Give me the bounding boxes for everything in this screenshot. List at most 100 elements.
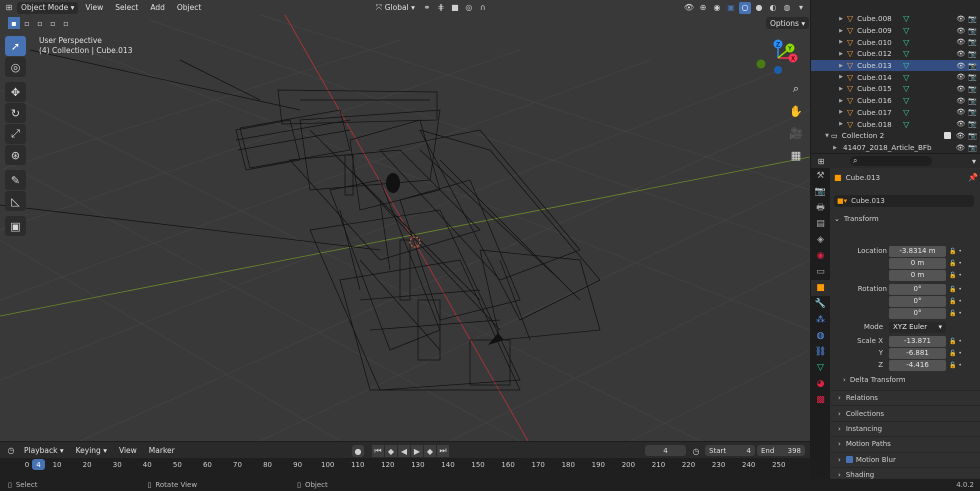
outliner-item[interactable]: ▶ ▽ Cube.014 ▽ 👁 📷 <box>811 71 980 83</box>
checkbox-icon[interactable] <box>845 456 853 464</box>
select-invert-icon[interactable]: ▫ <box>47 17 59 29</box>
eye-icon[interactable]: 👁 <box>956 38 965 46</box>
expand-icon[interactable]: ▶ <box>837 16 845 22</box>
lock-icon[interactable]: 🔓 • <box>949 348 977 360</box>
scale-z-field[interactable]: -4.416 <box>889 360 946 371</box>
camera-render-icon[interactable]: 📷 <box>968 50 977 58</box>
panel-motion-paths[interactable]: › Motion Paths <box>831 436 980 452</box>
camera-icon[interactable]: 🎥 <box>787 124 805 142</box>
annotate-tool[interactable]: ✎ <box>5 170 26 190</box>
tool-tab-icon[interactable]: ⚒ <box>811 168 830 184</box>
outliner-item[interactable]: ▶ ▽ Cube.013 ▽ 👁 📷 <box>811 59 980 72</box>
lock-icon[interactable]: 🔓 • <box>949 296 977 308</box>
view-layer-tab-icon[interactable]: ▤ <box>811 216 830 232</box>
expand-icon[interactable]: ▶ <box>831 145 839 151</box>
delta-transform-header[interactable]: › Delta Transform <box>843 376 906 384</box>
camera-render-icon[interactable]: 📷 <box>968 108 977 116</box>
menu-select[interactable]: Select <box>110 3 143 12</box>
frame-ruler[interactable]: 0 10 20 30 40 50 60 70 80 90 100 110 120 130 140 150 160… <box>0 458 810 479</box>
collection-tab-icon[interactable]: ▭ <box>811 264 830 280</box>
rotate-tool[interactable]: ↻ <box>5 103 26 123</box>
lock-icon[interactable]: 🔓 • <box>949 258 977 270</box>
add-cube-tool[interactable]: ▣ <box>5 216 26 236</box>
pivot-icon[interactable]: ⚭ <box>421 2 433 14</box>
lock-icon[interactable]: 🔓 • <box>949 270 977 282</box>
checkbox-icon[interactable] <box>943 132 951 140</box>
rotation-z-field[interactable]: 0° <box>889 308 946 319</box>
eye-icon[interactable]: 👁 <box>956 27 965 35</box>
expand-icon[interactable]: ▶ <box>837 98 845 104</box>
expand-icon[interactable]: ▶ <box>837 28 845 34</box>
shading-rendered-icon[interactable]: ◍ <box>781 2 793 14</box>
select-subtract-icon[interactable]: ▫ <box>34 17 46 29</box>
data-tab-icon[interactable]: ▽ <box>811 360 830 376</box>
camera-render-icon[interactable]: 📷 <box>968 27 977 35</box>
eye-icon[interactable]: 👁 <box>956 50 965 58</box>
camera-render-icon[interactable]: 📷 <box>968 97 977 105</box>
constraints-tab-icon[interactable]: ⛓ <box>811 344 830 360</box>
outliner-article[interactable]: ▶ 41407_2018_Article_BFb 👁 📷 <box>811 142 980 153</box>
camera-render-icon[interactable]: 📷 <box>968 38 977 46</box>
scale-x-field[interactable]: -13.871 <box>889 336 946 347</box>
expand-icon[interactable]: ▶ <box>837 121 845 127</box>
material-tab-icon[interactable]: ◕ <box>811 376 830 392</box>
outliner-item[interactable]: ▶ ▽ Cube.009 ▽ 👁 📷 <box>811 25 980 37</box>
render-tab-icon[interactable]: 📷 <box>811 184 830 200</box>
lock-icon[interactable]: 🔓 • <box>949 360 977 372</box>
falloff-icon[interactable]: ∩ <box>477 2 489 14</box>
expand-icon[interactable]: ▶ <box>837 51 845 57</box>
shading-material-icon[interactable]: ◐ <box>767 2 779 14</box>
gizmo-icon[interactable]: ⊕ <box>697 2 709 14</box>
shading-wire-icon[interactable]: ○ <box>739 1 751 14</box>
outliner-collection2[interactable]: ▼ ▭ Collection 2 👁 📷 <box>811 130 980 142</box>
outliner-item[interactable]: ▶ ▽ Cube.008 ▽ 👁 📷 <box>811 13 980 25</box>
eye-icon[interactable]: 👁 <box>956 73 965 81</box>
lock-icon[interactable]: 🔓 • <box>949 284 977 296</box>
outliner-item[interactable]: ▶ ▽ Cube.018 ▽ 👁 📷 <box>811 118 980 130</box>
eye-icon[interactable]: 👁 <box>956 62 965 70</box>
select-intersect-icon[interactable]: ▫ <box>60 17 72 29</box>
eye-icon[interactable]: 👁 <box>956 97 965 105</box>
scale-tool[interactable]: ⤢ <box>5 124 26 144</box>
lock-icon[interactable]: 🔓 • <box>949 308 977 320</box>
measure-tool[interactable]: ◺ <box>5 191 26 211</box>
lock-icon[interactable]: 🔓 • <box>949 246 977 258</box>
outliner-item[interactable]: ▶ ▽ Cube.015 ▽ 👁 📷 <box>811 83 980 95</box>
expand-icon[interactable]: ▶ <box>837 109 845 115</box>
editor-type-icon[interactable]: ⊞ <box>3 2 15 14</box>
options-button[interactable]: Options ▾ <box>766 17 810 29</box>
cursor-tool[interactable]: ◎ <box>5 57 26 77</box>
camera-render-icon[interactable]: 📷 <box>968 143 977 152</box>
menu-view[interactable]: View <box>80 3 108 12</box>
menu-add[interactable]: Add <box>145 3 170 12</box>
visibility-icon[interactable]: 👁 <box>683 2 695 14</box>
xray-icon[interactable]: ▣ <box>725 2 737 14</box>
eye-icon[interactable]: 👁 <box>956 85 965 93</box>
rotation-mode-dropdown[interactable]: XYZ Euler ▾ <box>889 322 946 333</box>
location-z-field[interactable]: 0 m <box>889 270 946 281</box>
eye-icon[interactable]: 👁 <box>956 15 965 23</box>
panel-relations[interactable]: › Relations <box>831 390 980 406</box>
zoom-icon[interactable]: ⌕ <box>787 80 805 98</box>
move-tool[interactable]: ✥ <box>5 82 26 102</box>
scale-y-field[interactable]: -6.881 <box>889 348 946 359</box>
mode-dropdown[interactable]: Object Mode ▾ <box>17 1 79 14</box>
expand-icon[interactable]: ▼ <box>823 133 831 139</box>
3d-viewport[interactable]: ⊞ Object Mode ▾ View Select Add Object ⤧… <box>0 0 810 441</box>
eye-icon[interactable]: 👁 <box>956 143 965 152</box>
pan-hand-icon[interactable]: ✋ <box>787 102 805 120</box>
camera-render-icon[interactable]: 📷 <box>968 73 977 81</box>
menu-object[interactable]: Object <box>172 3 206 12</box>
expand-icon[interactable]: ▶ <box>837 74 845 80</box>
camera-render-icon[interactable]: 📷 <box>968 62 977 70</box>
location-y-field[interactable]: 0 m <box>889 258 946 269</box>
scene-tab-icon[interactable]: ◈ <box>811 232 830 248</box>
navigation-gizmo[interactable]: Z X Y <box>750 36 810 76</box>
rotation-y-field[interactable]: 0° <box>889 296 946 307</box>
outliner-item[interactable]: ▶ ▽ Cube.017 ▽ 👁 📷 <box>811 107 980 119</box>
eye-icon[interactable]: 👁 <box>956 131 965 140</box>
world-tab-icon[interactable]: ◉ <box>811 248 830 264</box>
expand-icon[interactable]: ▶ <box>837 63 845 69</box>
orientation-dropdown[interactable]: ⤧ Global ▾ <box>369 2 419 14</box>
location-x-field[interactable]: -3.8314 m <box>889 246 946 257</box>
